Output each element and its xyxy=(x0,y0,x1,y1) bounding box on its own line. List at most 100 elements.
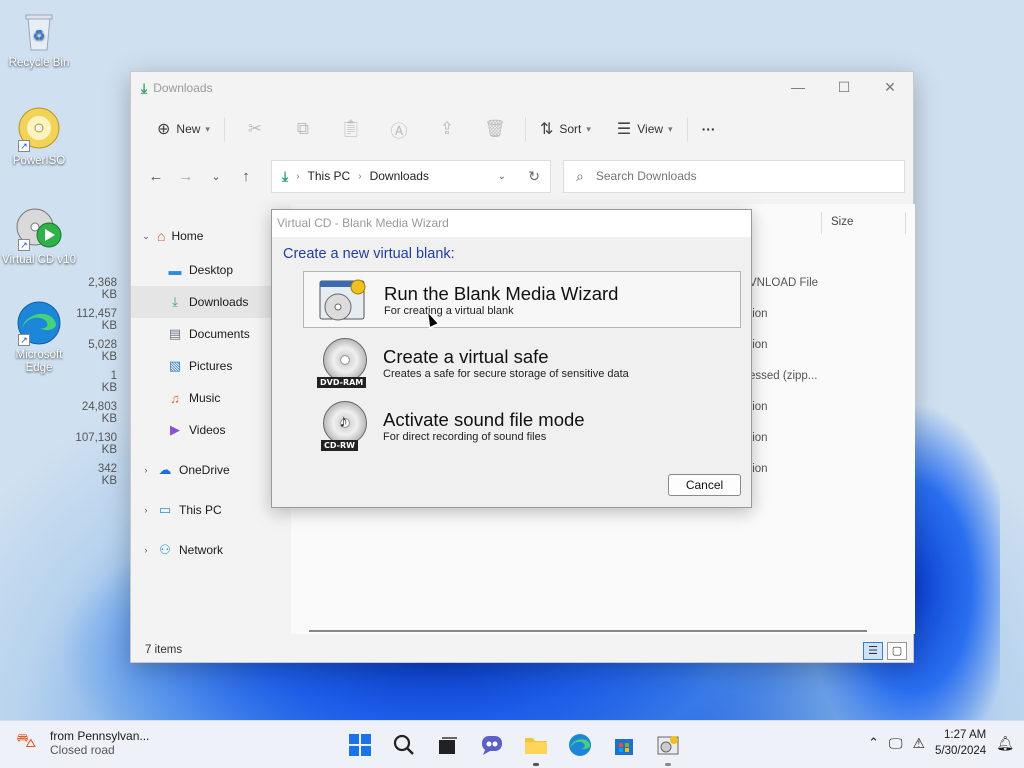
sidebar-item-label: Pictures xyxy=(189,359,233,373)
address-bar[interactable]: ⤓ › This PC › Downloads ⌄ ↻ xyxy=(271,159,551,193)
option-sound-file-mode[interactable]: ♪ CD-RW Activate sound file mode For dir… xyxy=(303,397,741,454)
maximize-button[interactable]: ☐ xyxy=(821,72,867,102)
network-icon: ⚇ xyxy=(159,542,171,557)
blank-media-wizard-dialog[interactable]: Virtual CD - Blank Media Wizard Create a… xyxy=(271,209,752,508)
file-size-cell: 24,803 KB xyxy=(81,401,117,425)
search-input[interactable]: ⌕ Search Downloads xyxy=(563,159,905,193)
sort-icon: ⇅ xyxy=(539,121,554,138)
search-taskbar-button[interactable] xyxy=(386,729,422,761)
address-history-chevron-icon[interactable]: ⌄ xyxy=(498,171,506,182)
close-button[interactable]: ✕ xyxy=(867,72,913,102)
notifications-icon[interactable]: 🔔︎ xyxy=(996,735,1014,752)
music-note-icon: ♪ xyxy=(339,410,348,431)
sidebar-item-label: Network xyxy=(179,543,224,557)
chevron-down-icon: ⌄ xyxy=(142,230,150,241)
file-size-cell: 112,457 KB xyxy=(76,308,117,332)
weather-widget[interactable]: ⛍ from Pennsylvan... Closed road xyxy=(16,729,149,757)
road-closed-icon: ⛍ xyxy=(16,730,37,752)
rename-icon[interactable]: Ⓐ xyxy=(375,117,423,142)
sidebar-item-home[interactable]: ⌄ ⌂ Home xyxy=(131,220,291,252)
widget-line2: Closed road xyxy=(50,743,115,757)
desktop-icon-edge[interactable]: ↗ Microsoft Edge xyxy=(0,300,79,375)
file-size-cell: 2,368 KB xyxy=(88,277,117,301)
cut-icon[interactable]: ✂ xyxy=(231,119,279,139)
sort-button[interactable]: ⇅ Sort ▾ xyxy=(532,113,599,145)
desktop-icon-label: Microsoft Edge xyxy=(15,349,63,375)
new-button[interactable]: ⊕ New ▾ xyxy=(149,113,218,145)
column-header-size[interactable]: Size xyxy=(831,216,853,228)
sidebar-item-this-pc[interactable]: › ▭ This PC xyxy=(131,494,289,526)
delete-icon[interactable]: 🗑︎ xyxy=(471,119,519,139)
sidebar-item-music[interactable]: ♫ Music xyxy=(131,382,289,414)
home-icon: ⌂ xyxy=(157,228,166,244)
cancel-button[interactable]: Cancel xyxy=(668,474,741,496)
paste-icon[interactable]: 📋︎ xyxy=(327,119,375,139)
virtual-cd-icon: ↗ xyxy=(16,205,62,251)
edge-icon: ↗ xyxy=(16,300,62,346)
toolbar-divider xyxy=(524,117,526,141)
forward-arrow-icon[interactable]: → xyxy=(171,168,201,185)
chevron-right-icon[interactable]: › xyxy=(139,505,153,515)
more-options-button[interactable]: ··· xyxy=(694,113,724,145)
breadcrumb-separator-icon: › xyxy=(296,170,300,182)
clock-date: 5/30/2024 xyxy=(935,745,987,757)
file-type-cell: tion xyxy=(749,463,768,475)
file-type-cell: tion xyxy=(749,401,768,413)
clock[interactable]: 1:27 AM 5/30/2024 xyxy=(935,727,986,759)
documents-icon: ▤ xyxy=(168,326,182,341)
desktop-icon-recycle-bin[interactable]: ♻ Recycle Bin xyxy=(0,8,79,70)
chevron-down-icon: ▾ xyxy=(586,123,591,134)
sidebar-item-pictures[interactable]: ▧ Pictures xyxy=(131,350,289,382)
breadcrumb-this-pc[interactable]: This PC xyxy=(308,169,351,183)
network-disconnected-icon[interactable]: ⚠︎ xyxy=(912,735,925,752)
task-view-icon xyxy=(439,737,457,754)
sidebar-item-label: Music xyxy=(189,391,221,405)
view-button[interactable]: ☰ View ▾ xyxy=(609,113,681,145)
chevron-right-icon[interactable]: › xyxy=(139,465,153,475)
breadcrumb-downloads[interactable]: Downloads xyxy=(370,169,429,183)
refresh-icon[interactable]: ↻ xyxy=(528,168,540,185)
file-explorer-taskbar-button[interactable] xyxy=(518,729,554,766)
disc-badge: CD-RW xyxy=(321,439,358,451)
task-view-button[interactable] xyxy=(430,729,466,761)
recent-chevron-icon[interactable]: ⌄ xyxy=(201,170,231,183)
desktop-icon-poweriso[interactable]: ↗ PowerISO xyxy=(0,106,79,168)
back-arrow-icon[interactable]: ← xyxy=(141,168,171,185)
sidebar-item-videos[interactable]: ▶ Videos xyxy=(131,414,289,446)
virtual-cd-taskbar-button[interactable] xyxy=(650,729,686,766)
sidebar-item-onedrive[interactable]: › ☁ OneDrive xyxy=(131,454,289,486)
search-icon: ⌕ xyxy=(576,167,584,184)
folder-icon xyxy=(525,738,547,754)
option-run-wizard[interactable]: Run the Blank Media Wizard For creating … xyxy=(303,271,741,328)
sidebar-item-network[interactable]: › ⚇ Network xyxy=(131,534,289,566)
device-icon[interactable]: 🖵︎ xyxy=(889,735,903,752)
show-hidden-icons-chevron-icon[interactable]: ⌃ xyxy=(868,735,879,751)
this-pc-icon: ▭ xyxy=(158,502,172,517)
up-arrow-icon[interactable]: ↑ xyxy=(231,168,261,185)
file-size-cell: 5,028 KB xyxy=(88,339,117,363)
option-virtual-safe[interactable]: DVD-RAM Create a virtual safe Creates a … xyxy=(303,334,741,391)
sidebar-item-desktop[interactable]: ▬ Desktop xyxy=(131,254,289,286)
details-view-button[interactable]: ☰ xyxy=(863,642,883,660)
chat-button[interactable] xyxy=(474,729,510,761)
chevron-right-icon[interactable]: › xyxy=(139,545,153,555)
sidebar-item-downloads[interactable]: ⤓ Downloads xyxy=(131,286,289,318)
start-button[interactable] xyxy=(342,729,378,761)
horizontal-scrollbar[interactable] xyxy=(309,630,867,632)
file-type-cell: essed (zipp... xyxy=(749,370,818,382)
tiles-view-button[interactable]: ▢ xyxy=(887,642,907,660)
store-button[interactable] xyxy=(606,729,642,761)
share-icon[interactable]: ⇪ xyxy=(423,119,471,139)
desktop-icon-virtual-cd[interactable]: ↗ Virtual CD v10 xyxy=(0,205,79,267)
dialog-title[interactable]: Virtual CD - Blank Media Wizard xyxy=(272,210,751,236)
minimize-button[interactable]: — xyxy=(775,72,821,102)
copy-icon[interactable]: ⧉ xyxy=(279,119,327,139)
command-bar: ⊕ New ▾ ✂ ⧉ 📋︎ Ⓐ ⇪ 🗑︎ ⇅ Sort ▾ ☰ View ▾ … xyxy=(131,104,913,154)
sidebar-item-documents[interactable]: ▤ Documents xyxy=(131,318,289,350)
edge-taskbar-button[interactable] xyxy=(562,729,598,761)
download-icon: ⤓ xyxy=(141,79,148,96)
more-icon: ··· xyxy=(701,121,716,137)
shortcut-arrow-icon: ↗ xyxy=(18,239,30,251)
toolbar-divider xyxy=(686,117,688,141)
download-icon: ⤓ xyxy=(282,167,289,184)
